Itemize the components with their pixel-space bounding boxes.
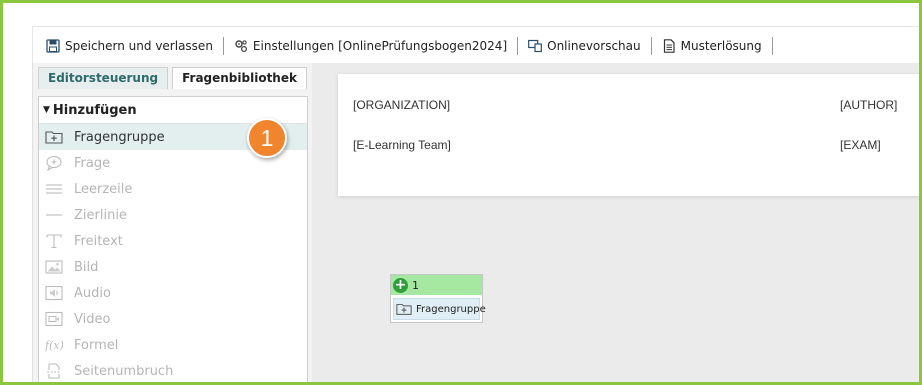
list-item-zierlinie[interactable]: Zierlinie [39,202,307,228]
header-team: [E-Learning Team] [353,138,451,152]
left-panel: Editorsteuerung Fragenbibliothek ▼ Hinzu… [32,63,313,382]
folder-plus-icon [396,301,412,317]
toolbar-separator [771,36,773,55]
tab-editorsteuerung[interactable]: Editorsteuerung [38,67,169,89]
list-item-label: Frage [74,155,111,171]
add-circle-icon[interactable]: + [393,277,408,293]
header-author: [AUTHOR] [840,98,898,112]
list-item-label: Audio [74,285,111,301]
callout-badge: 1 [247,118,287,158]
page-break-icon [45,363,63,379]
drop-box-header: + 1 [391,275,482,295]
preview-screens-icon [528,39,543,53]
drop-box-item[interactable]: Fragengruppe [393,298,486,320]
caret-down-icon: ▼ [43,105,50,115]
list-item-label: Bild [74,259,99,275]
list-item-formel[interactable]: f(x) Formel [39,332,307,358]
image-icon [45,259,63,275]
text-t-icon [45,233,63,249]
sample-solution-label: Musterlösung [680,38,762,53]
toolbar: Speichern und verlassen Einstellungen [O… [32,26,919,64]
divider-line-icon [45,207,63,223]
list-item-video[interactable]: Video [39,306,307,332]
document-icon [662,38,676,53]
top-spacer [3,3,919,24]
list-item-label: Freitext [74,233,123,249]
document-header[interactable]: [ORGANIZATION] [AUTHOR] [E-Learning Team… [338,74,919,196]
list-item-label: Leerzeile [74,181,133,197]
list-item-label: Fragengruppe [74,129,165,145]
save-and-exit-button[interactable]: Speichern und verlassen [33,35,223,57]
list-item-label: Video [74,311,111,327]
video-icon [45,311,63,327]
section-title: Hinzufügen [52,102,137,118]
list-item-seitenumbruch[interactable]: Seitenumbruch [39,358,307,382]
online-preview-label: Onlinevorschau [547,38,641,53]
save-icon [46,38,60,53]
folder-plus-icon [45,129,63,145]
header-organization: [ORGANIZATION] [353,98,451,112]
header-exam: [EXAM] [840,138,881,152]
audio-icon [45,285,63,301]
list-item-freitext[interactable]: Freitext [39,228,307,254]
list-item-audio[interactable]: Audio [39,280,307,306]
window-frame: Speichern und verlassen Einstellungen [O… [0,0,922,385]
tab-fragenbibliothek[interactable]: Fragenbibliothek [172,67,307,89]
list-item-label: Seitenumbruch [74,363,174,379]
document-canvas: [ORGANIZATION] [AUTHOR] [E-Learning Team… [312,63,919,382]
settings-label: Einstellungen [OnlinePrüfungsbogen2024] [252,38,508,53]
settings-gears-icon [234,39,248,53]
list-item-label: Zierlinie [74,207,127,223]
drop-box-item-label: Fragengruppe [416,303,486,315]
online-preview-button[interactable]: Onlinevorschau [518,35,651,57]
list-item-label: Formel [74,337,119,353]
panel-tabs: Editorsteuerung Fragenbibliothek [38,67,311,89]
save-and-exit-label: Speichern und verlassen [65,38,213,53]
list-item-bild[interactable]: Bild [39,254,307,280]
blank-lines-icon [45,181,63,197]
list-item-leerzeile[interactable]: Leerzeile [39,176,307,202]
drop-box-number: 1 [412,278,419,292]
settings-button[interactable]: Einstellungen [OnlinePrüfungsbogen2024] [224,35,517,57]
question-group-drop-box[interactable]: + 1 Fragengruppe [390,274,486,323]
svg-text:f(x): f(x) [45,339,63,352]
sample-solution-button[interactable]: Musterlösung [652,35,772,57]
question-bubble-icon [45,155,63,171]
formula-icon: f(x) [45,337,63,353]
